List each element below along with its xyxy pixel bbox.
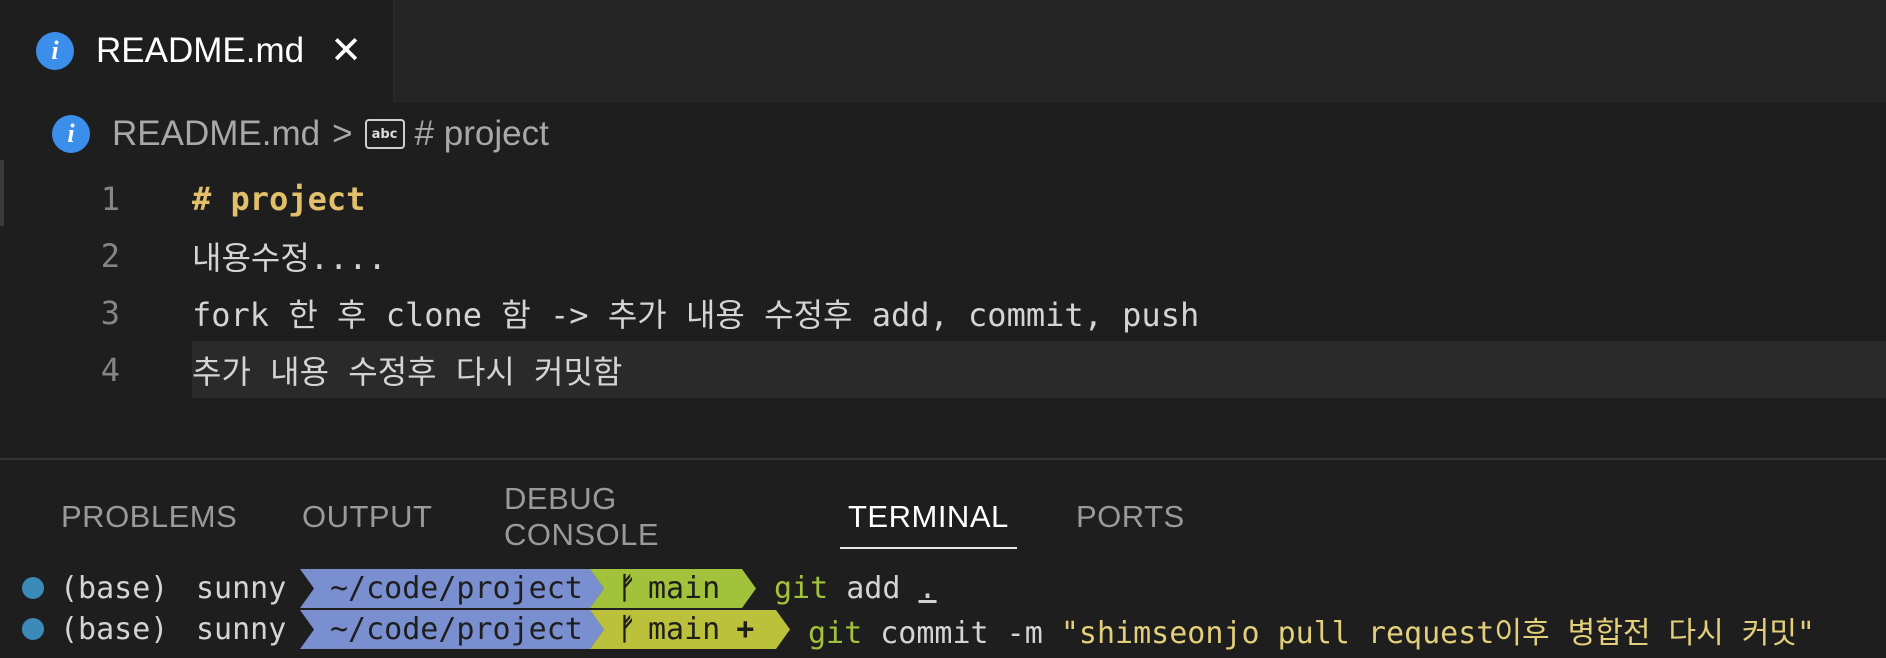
prompt-path: ~/code/project [300, 610, 604, 649]
line-number: 4 [100, 350, 120, 389]
tab-label: README.md [96, 31, 305, 70]
prompt-env: (base) [60, 612, 169, 647]
terminal[interactable]: (base) sunny ~/code/project ᚠ main git ad… [0, 568, 1886, 652]
editor-line-current: 4 추가 내용 수정후 다시 커밋함 [0, 341, 1886, 398]
code-editor[interactable]: 1 # project 2 내용수정.... 3 fork 한 후 clone … [0, 170, 1886, 398]
line-number: 3 [100, 293, 120, 332]
prompt-user: sunny [196, 612, 287, 647]
cmd-arg: "shimseonjo pull request이후 병합전 다시 커밋" [1060, 615, 1815, 651]
prompt-env: (base) [60, 571, 169, 606]
info-icon: i [36, 32, 74, 70]
tab-readme[interactable]: i README.md ✕ [0, 0, 394, 102]
line-number: 2 [100, 236, 120, 275]
prompt-path-text: ~/code/project [330, 571, 583, 606]
line-text[interactable]: 내용수정.... [192, 233, 387, 279]
editor-line: 1 # project [0, 170, 1886, 227]
tab-debug-console[interactable]: DEBUG CONSOLE [504, 481, 659, 552]
close-icon[interactable]: ✕ [330, 32, 362, 70]
terminal-command: git commit -m "shimseonjo pull request이후… [808, 608, 1815, 652]
info-icon: i [52, 115, 90, 153]
editor-tab-bar: i README.md ✕ [0, 0, 1886, 102]
git-branch-icon: ᚠ [618, 612, 636, 647]
terminal-line: (base) sunny ~/code/project ᚠ main + git c… [0, 608, 1886, 652]
terminal-line: (base) sunny ~/code/project ᚠ main git ad… [0, 568, 1886, 609]
prompt-user: sunny [196, 571, 287, 606]
chevron-right-icon: > [332, 114, 353, 153]
breadcrumb-symbol[interactable]: # project [415, 114, 549, 154]
tab-ports[interactable]: PORTS [1076, 485, 1185, 549]
cmd-git: git [774, 571, 829, 606]
tab-terminal[interactable]: TERMINAL [840, 485, 1017, 549]
line-number: 1 [100, 179, 120, 218]
prompt-branch-name: main [648, 612, 721, 647]
line-text[interactable]: fork 한 후 clone 함 -> 추가 내용 수정후 add, commi… [192, 290, 1199, 336]
command-status-icon[interactable] [22, 577, 44, 599]
prompt-branch-name: main [648, 571, 721, 606]
prompt-path: ~/code/project [300, 569, 604, 608]
prompt-path-text: ~/code/project [330, 612, 583, 647]
cmd-git: git [808, 615, 863, 651]
dirty-indicator: + [736, 612, 755, 647]
terminal-command: git add . [774, 571, 937, 606]
string-symbol-icon: abc [364, 119, 405, 149]
git-branch-icon: ᚠ [618, 571, 636, 606]
prompt-branch: ᚠ main [590, 569, 756, 608]
panel-divider[interactable] [0, 458, 1886, 460]
tab-problems[interactable]: PROBLEMS [61, 485, 237, 549]
editor-line: 3 fork 한 후 clone 함 -> 추가 내용 수정후 add, com… [0, 284, 1886, 341]
tab-output[interactable]: OUTPUT [302, 485, 432, 549]
cmd-arg: . [918, 571, 937, 606]
command-status-icon[interactable] [22, 618, 44, 640]
cmd-text: add [828, 571, 919, 606]
cmd-text: commit -m [862, 615, 1061, 651]
line-text[interactable]: # project [192, 180, 365, 218]
breadcrumb-file[interactable]: README.md [112, 114, 320, 154]
breadcrumb: i README.md > abc # project [52, 108, 549, 160]
editor-line: 2 내용수정.... [0, 227, 1886, 284]
prompt-branch: ᚠ main + [590, 610, 790, 649]
line-text[interactable]: 추가 내용 수정후 다시 커밋함 [192, 347, 622, 393]
